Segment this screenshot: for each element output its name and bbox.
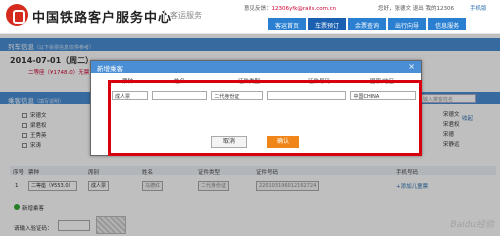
mobile-link[interactable]: 手机版: [470, 4, 487, 12]
site-header: 中国铁路客户服务中心 客运服务 意见反馈：12306yfk@rails.com.…: [0, 0, 500, 34]
nav-home[interactable]: 客运首页: [268, 18, 307, 30]
welcome-user[interactable]: 您好，张德文 退出: [378, 6, 424, 12]
highlight-frame: [108, 80, 422, 156]
welcome-text: 您好，张德文 退出 我的12306: [378, 4, 454, 12]
nav-remaining[interactable]: 余票查询: [348, 18, 387, 30]
railway-logo-icon: [6, 4, 28, 26]
my-12306-link[interactable]: 我的12306: [426, 6, 455, 12]
nav-booking[interactable]: 车票预订: [308, 18, 347, 30]
brand-subtitle: 客运服务: [164, 10, 202, 21]
close-icon[interactable]: ×: [408, 62, 415, 71]
feedback: 意见反馈：12306yfk@rails.com.cn: [244, 4, 336, 12]
modal-title: 新增乘客: [97, 65, 123, 73]
nav-guide[interactable]: 出行向导: [388, 18, 427, 30]
modal-header: 新增乘客 ×: [91, 61, 421, 73]
feedback-email-link[interactable]: 12306yfk@rails.com.cn: [272, 6, 337, 12]
main-nav: 客运首页 车票预订 余票查询 出行向导 信息服务: [268, 18, 467, 30]
nav-info[interactable]: 信息服务: [428, 18, 467, 30]
feedback-label: 意见反馈：: [244, 6, 272, 12]
brand-title: 中国铁路客户服务中心: [32, 11, 173, 26]
